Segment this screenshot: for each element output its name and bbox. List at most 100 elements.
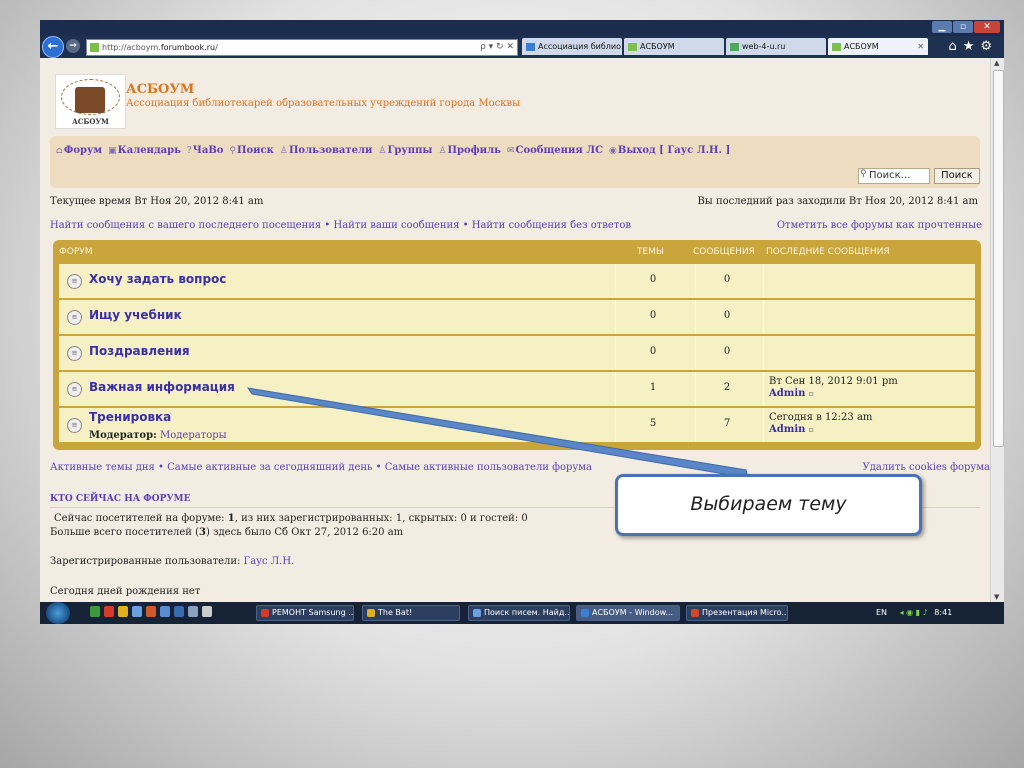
goto-post-icon[interactable]: ▫ bbox=[809, 389, 814, 398]
taskbar-item[interactable]: Презентация Micro... bbox=[686, 605, 788, 621]
last-post-user[interactable]: Admin bbox=[769, 424, 805, 435]
forum-posts: 7 bbox=[723, 418, 731, 429]
forum-read-icon: ≡ bbox=[67, 346, 82, 361]
menu-logout[interactable]: ◉Выход [ Гаус Л.Н. ] bbox=[609, 145, 730, 156]
header-last: ПОСЛЕДНИЕ СООБЩЕНИЯ bbox=[766, 247, 890, 257]
site-name: АСБОУМ bbox=[126, 82, 195, 97]
forum-title[interactable]: Поздравления bbox=[89, 344, 190, 358]
forum-read-icon: ≡ bbox=[67, 418, 82, 433]
forum-read-icon: ≡ bbox=[67, 274, 82, 289]
forum-row[interactable]: ≡ Поздравления 0 0 bbox=[59, 336, 975, 370]
envelope-icon: ✉ bbox=[506, 146, 515, 156]
activity-links[interactable]: Активные темы дня • Самые активные за се… bbox=[50, 462, 592, 473]
forum-topics: 0 bbox=[649, 346, 657, 357]
menu-messages[interactable]: ✉Сообщения ЛС bbox=[507, 145, 603, 156]
quicklaunch-icon[interactable] bbox=[104, 606, 114, 617]
forum-read-icon: ≡ bbox=[67, 382, 82, 397]
quicklaunch-icon[interactable] bbox=[118, 606, 128, 617]
menu-groups[interactable]: ♙Группы bbox=[378, 145, 432, 156]
menu-search[interactable]: ⚲Поиск bbox=[229, 145, 273, 156]
moderator-link[interactable]: Модераторы bbox=[160, 430, 227, 441]
current-time: Текущее время Вт Ноя 20, 2012 8:41 am bbox=[50, 196, 264, 207]
tab-4-active[interactable]: АСБОУМ ✕ bbox=[828, 38, 928, 55]
menu-label: Группы bbox=[387, 145, 433, 156]
menu-label: Сообщения ЛС bbox=[515, 145, 604, 156]
online-count: Сейчас посетителей на форуме: 1, из них … bbox=[54, 513, 528, 524]
site-logo[interactable]: АСБОУМ bbox=[55, 74, 126, 129]
language-indicator[interactable]: EN bbox=[876, 608, 887, 617]
tab-2[interactable]: АСБОУМ bbox=[624, 38, 724, 55]
clock[interactable]: 8:41 bbox=[934, 608, 952, 617]
forum-title[interactable]: Тренировка bbox=[89, 410, 171, 424]
tray-icons[interactable]: ◂ ◉ ▮ ♪ bbox=[900, 608, 928, 617]
calendar-icon: ▣ bbox=[108, 146, 117, 156]
search-links[interactable]: Найти сообщения с вашего последнего посе… bbox=[50, 220, 631, 231]
start-button[interactable] bbox=[46, 602, 70, 624]
close-window-icon[interactable]: ✕ bbox=[974, 21, 1000, 33]
quicklaunch-icon[interactable] bbox=[90, 606, 100, 617]
forum-title[interactable]: Хочу задать вопрос bbox=[89, 272, 226, 286]
tab-label: АСБОУМ bbox=[844, 42, 879, 51]
separator bbox=[695, 408, 696, 442]
online-text: Сейчас посетителей на форуме: bbox=[54, 513, 228, 524]
forum-moderator: Модератор: Модераторы bbox=[89, 430, 227, 441]
back-button[interactable]: ← bbox=[42, 36, 64, 58]
delete-cookies-link[interactable]: Удалить cookies форума bbox=[862, 462, 990, 473]
tab-1[interactable]: Ассоциация библио... bbox=[522, 38, 622, 55]
taskbar-label: Поиск писем. Найд... bbox=[484, 608, 570, 617]
forum-row[interactable]: ≡ Тренировка Модератор: Модераторы 5 7 С… bbox=[59, 408, 975, 442]
question-icon: ? bbox=[186, 146, 192, 156]
mark-read-link[interactable]: Отметить все форумы как прочтенные bbox=[777, 220, 982, 231]
home-favorites-tools-icons[interactable]: ⌂★⚙ bbox=[948, 39, 998, 54]
scrollbar-thumb[interactable] bbox=[993, 70, 1004, 447]
registered-user-link[interactable]: Гаус Л.Н. bbox=[244, 556, 295, 567]
search-input[interactable]: ⚲ Поиск… bbox=[858, 168, 930, 184]
tab-label: web-4-u.ru bbox=[742, 42, 786, 51]
quicklaunch-icon[interactable] bbox=[146, 606, 156, 617]
tab-3[interactable]: web-4-u.ru bbox=[726, 38, 826, 55]
menu-faq[interactable]: ?ЧаВо bbox=[187, 145, 224, 156]
forum-row[interactable]: ≡ Важная информация 1 2 Вт Сен 18, 2012 … bbox=[59, 372, 975, 406]
quicklaunch-icon[interactable] bbox=[202, 606, 212, 617]
forum-row[interactable]: ≡ Хочу задать вопрос 0 0 bbox=[59, 264, 975, 298]
max-number: 3 bbox=[199, 527, 206, 538]
taskbar-item[interactable]: The Bat! bbox=[362, 605, 460, 621]
scroll-down-icon[interactable]: ▼ bbox=[994, 593, 999, 601]
forum-title[interactable]: Ищу учебник bbox=[89, 308, 182, 322]
quicklaunch-icon[interactable] bbox=[174, 606, 184, 617]
menu-forum[interactable]: ⌂Форум bbox=[56, 145, 102, 156]
menu-calendar[interactable]: ▣Календарь bbox=[108, 145, 181, 156]
taskbar-label: РЕМОНТ Samsung ... bbox=[272, 608, 354, 617]
quicklaunch-icon[interactable] bbox=[132, 606, 142, 617]
forum-topics: 1 bbox=[649, 382, 657, 393]
home-icon: ⌂ bbox=[56, 146, 63, 156]
system-tray: EN ◂ ◉ ▮ ♪ 8:41 bbox=[876, 605, 952, 621]
separator bbox=[615, 336, 616, 370]
address-bar[interactable]: http://acboym.forumbook.ru/ ρ ▾ ↻ ✕ bbox=[86, 39, 518, 56]
scroll-up-icon[interactable]: ▲ bbox=[994, 59, 999, 67]
minimize-icon[interactable]: ▁ bbox=[932, 21, 952, 33]
tab-close-icon[interactable]: ✕ bbox=[917, 38, 924, 55]
menu-users[interactable]: ♙Пользователи bbox=[280, 145, 373, 156]
forum-title[interactable]: Важная информация bbox=[89, 380, 235, 394]
taskbar-item-active[interactable]: АСБОУМ - Window... bbox=[576, 605, 680, 621]
quicklaunch-icon[interactable] bbox=[160, 606, 170, 617]
menu-label: ЧаВо bbox=[192, 145, 224, 156]
vertical-scrollbar[interactable]: ▲ ▼ bbox=[990, 58, 1004, 602]
forum-row[interactable]: ≡ Ищу учебник 0 0 bbox=[59, 300, 975, 334]
last-post-user[interactable]: Admin bbox=[769, 388, 805, 399]
forum-menu-bar: ⌂Форум ▣Календарь ?ЧаВо ⚲Поиск ♙Пользователи… bbox=[50, 136, 980, 188]
goto-post-icon[interactable]: ▫ bbox=[809, 425, 814, 434]
tab-favicon-icon bbox=[628, 42, 637, 51]
menu-label: Календарь bbox=[117, 145, 181, 156]
taskbar-item[interactable]: РЕМОНТ Samsung ... bbox=[256, 605, 354, 621]
tab-label: Ассоциация библио... bbox=[538, 42, 622, 51]
menu-profile[interactable]: ♙Профиль bbox=[438, 145, 500, 156]
address-tools[interactable]: ρ ▾ ↻ ✕ bbox=[480, 40, 514, 55]
search-button[interactable]: Поиск bbox=[934, 168, 980, 184]
quicklaunch-icon[interactable] bbox=[188, 606, 198, 617]
header-forum: ФОРУМ bbox=[59, 247, 93, 257]
taskbar-item[interactable]: Поиск писем. Найд... bbox=[468, 605, 570, 621]
maximize-icon[interactable]: ▫ bbox=[953, 21, 973, 33]
forward-button[interactable]: → bbox=[66, 39, 80, 53]
